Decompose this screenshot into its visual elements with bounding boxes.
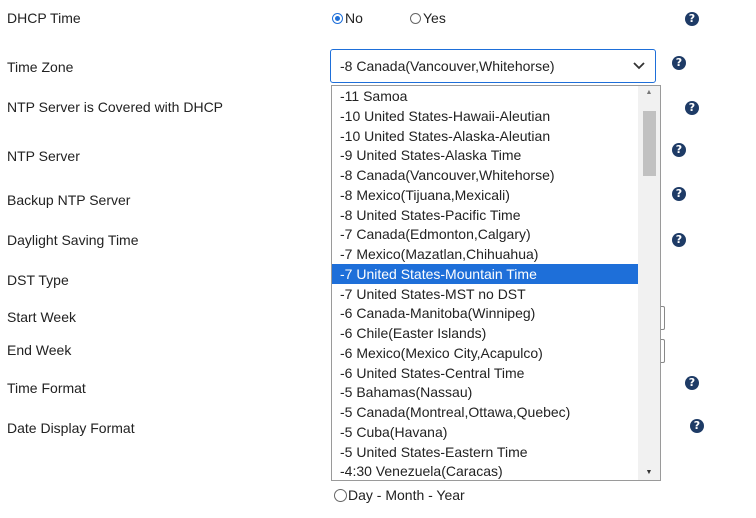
label-time-zone: Time Zone — [7, 59, 74, 75]
time-zone-option[interactable]: -8 Canada(Vancouver,Whitehorse) — [332, 165, 638, 185]
time-zone-option[interactable]: -4:30 Venezuela(Caracas) — [332, 461, 638, 480]
time-zone-option[interactable]: -11 Samoa — [332, 86, 638, 106]
scrollbar-thumb[interactable] — [643, 111, 656, 176]
label-end-week: End Week — [7, 342, 72, 358]
time-zone-option[interactable]: -7 Mexico(Mazatlan,Chihuahua) — [332, 244, 638, 264]
time-zone-option[interactable]: -10 United States-Alaska-Aleutian — [332, 126, 638, 146]
label-backup-ntp-server: Backup NTP Server — [7, 192, 131, 208]
time-zone-select[interactable]: -8 Canada(Vancouver,Whitehorse) — [330, 49, 656, 83]
time-zone-option[interactable]: -6 United States-Central Time — [332, 363, 638, 383]
date-format-option-label: Day - Month - Year — [348, 487, 465, 503]
dhcp-time-no-radio[interactable]: No — [332, 10, 363, 26]
label-daylight-saving: Daylight Saving Time — [7, 232, 139, 248]
help-dhcp-time-icon[interactable]: ? — [685, 12, 699, 26]
time-zone-option[interactable]: -5 Cuba(Havana) — [332, 422, 638, 442]
dhcp-time-yes-radio[interactable]: Yes — [410, 10, 446, 26]
time-zone-option[interactable]: -7 Canada(Edmonton,Calgary) — [332, 224, 638, 244]
time-zone-option[interactable]: -7 United States-Mountain Time — [332, 263, 638, 284]
help-ntp-covered-icon[interactable]: ? — [685, 101, 699, 115]
radio-label-no: No — [345, 10, 363, 26]
help-time-format-icon[interactable]: ? — [685, 376, 699, 390]
radio-checked-icon — [332, 12, 343, 24]
time-zone-option[interactable]: -8 United States-Pacific Time — [332, 205, 638, 225]
time-zone-option[interactable]: -6 Mexico(Mexico City,Acapulco) — [332, 343, 638, 363]
time-zone-option[interactable]: -5 United States-Eastern Time — [332, 442, 638, 462]
date-format-day-month-year-radio[interactable]: Day - Month - Year — [334, 487, 465, 503]
radio-label-yes: Yes — [423, 10, 446, 26]
help-backup-ntp-icon[interactable]: ? — [672, 187, 686, 201]
help-time-zone-icon[interactable]: ? — [672, 56, 686, 70]
label-ntp-covered: NTP Server is Covered with DHCP — [7, 99, 224, 115]
time-zone-option[interactable]: -7 United States-MST no DST — [332, 284, 638, 304]
label-dhcp-time: DHCP Time — [7, 10, 81, 26]
label-ntp-server: NTP Server — [7, 148, 80, 164]
help-daylight-saving-icon[interactable]: ? — [672, 233, 686, 247]
time-zone-selected-value: -8 Canada(Vancouver,Whitehorse) — [340, 58, 555, 74]
label-start-week: Start Week — [7, 309, 76, 325]
label-dst-type: DST Type — [7, 272, 69, 288]
time-zone-option[interactable]: -5 Bahamas(Nassau) — [332, 382, 638, 402]
time-zone-option[interactable]: -6 Chile(Easter Islands) — [332, 323, 638, 343]
time-zone-option[interactable]: -6 Canada-Manitoba(Winnipeg) — [332, 303, 638, 323]
label-time-format: Time Format — [7, 380, 86, 396]
radio-unchecked-icon — [334, 488, 347, 502]
time-zone-dropdown-list[interactable]: -11 Samoa -10 United States-Hawaii-Aleuti… — [331, 85, 661, 481]
time-zone-option[interactable]: -5 Canada(Montreal,Ottawa,Quebec) — [332, 402, 638, 422]
scroll-up-arrow-icon[interactable]: ▲ — [638, 86, 660, 100]
time-zone-option[interactable]: -9 United States-Alaska Time — [332, 145, 638, 165]
help-ntp-server-icon[interactable]: ? — [672, 143, 686, 157]
scroll-down-arrow-icon[interactable]: ▼ — [638, 466, 660, 480]
time-zone-option[interactable]: -8 Mexico(Tijuana,Mexicali) — [332, 185, 638, 205]
help-date-format-icon[interactable]: ? — [690, 419, 704, 433]
dropdown-scrollbar[interactable]: ▲ ▼ — [638, 86, 660, 480]
label-date-display-format: Date Display Format — [7, 420, 135, 436]
time-zone-option[interactable]: -10 United States-Hawaii-Aleutian — [332, 106, 638, 126]
radio-unchecked-icon — [410, 12, 421, 24]
